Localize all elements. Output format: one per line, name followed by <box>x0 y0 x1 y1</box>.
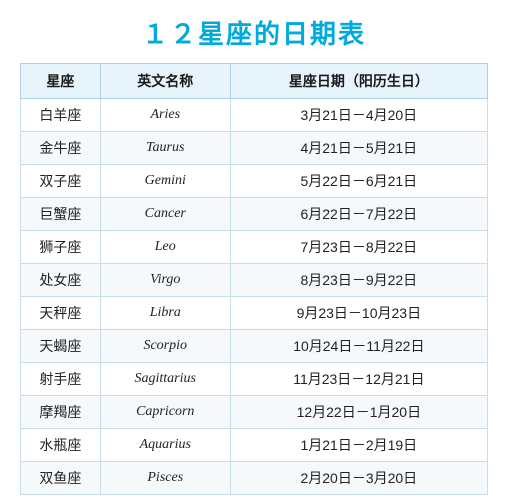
cell-sign: 处女座 <box>21 264 101 297</box>
cell-sign: 狮子座 <box>21 231 101 264</box>
cell-english: Virgo <box>100 264 230 297</box>
table-row: 水瓶座Aquarius1月21日－2月19日 <box>21 429 488 462</box>
cell-sign: 金牛座 <box>21 132 101 165</box>
cell-english: Leo <box>100 231 230 264</box>
cell-english: Libra <box>100 297 230 330</box>
table-row: 天秤座Libra9月23日－10月23日 <box>21 297 488 330</box>
cell-dates: 11月23日－12月21日 <box>230 363 487 396</box>
table-row: 双鱼座Pisces2月20日－3月20日 <box>21 462 488 495</box>
table-row: 摩羯座Capricorn12月22日－1月20日 <box>21 396 488 429</box>
table-header-row: 星座 英文名称 星座日期（阳历生日） <box>21 64 488 99</box>
zodiac-table: 星座 英文名称 星座日期（阳历生日） 白羊座Aries3月21日－4月20日金牛… <box>20 63 488 495</box>
cell-dates: 2月20日－3月20日 <box>230 462 487 495</box>
cell-english: Scorpio <box>100 330 230 363</box>
cell-english: Gemini <box>100 165 230 198</box>
cell-dates: 1月21日－2月19日 <box>230 429 487 462</box>
table-row: 金牛座Taurus4月21日－5月21日 <box>21 132 488 165</box>
cell-english: Pisces <box>100 462 230 495</box>
cell-sign: 天蝎座 <box>21 330 101 363</box>
cell-sign: 双子座 <box>21 165 101 198</box>
cell-sign: 天秤座 <box>21 297 101 330</box>
cell-english: Aquarius <box>100 429 230 462</box>
cell-sign: 水瓶座 <box>21 429 101 462</box>
table-row: 处女座Virgo8月23日－9月22日 <box>21 264 488 297</box>
cell-dates: 7月23日－8月22日 <box>230 231 487 264</box>
cell-dates: 10月24日－11月22日 <box>230 330 487 363</box>
cell-english: Sagittarius <box>100 363 230 396</box>
cell-english: Aries <box>100 99 230 132</box>
cell-sign: 摩羯座 <box>21 396 101 429</box>
cell-sign: 巨蟹座 <box>21 198 101 231</box>
table-row: 双子座Gemini5月22日－6月21日 <box>21 165 488 198</box>
header-sign: 星座 <box>21 64 101 99</box>
header-english: 英文名称 <box>100 64 230 99</box>
cell-english: Cancer <box>100 198 230 231</box>
cell-dates: 4月21日－5月21日 <box>230 132 487 165</box>
table-row: 射手座Sagittarius11月23日－12月21日 <box>21 363 488 396</box>
table-row: 狮子座Leo7月23日－8月22日 <box>21 231 488 264</box>
table-row: 天蝎座Scorpio10月24日－11月22日 <box>21 330 488 363</box>
table-row: 巨蟹座Cancer6月22日－7月22日 <box>21 198 488 231</box>
page-title: １２星座的日期表 <box>142 14 366 51</box>
cell-english: Taurus <box>100 132 230 165</box>
cell-sign: 白羊座 <box>21 99 101 132</box>
cell-dates: 5月22日－6月21日 <box>230 165 487 198</box>
cell-dates: 12月22日－1月20日 <box>230 396 487 429</box>
cell-dates: 9月23日－10月23日 <box>230 297 487 330</box>
header-dates: 星座日期（阳历生日） <box>230 64 487 99</box>
cell-dates: 3月21日－4月20日 <box>230 99 487 132</box>
cell-dates: 6月22日－7月22日 <box>230 198 487 231</box>
cell-english: Capricorn <box>100 396 230 429</box>
cell-sign: 射手座 <box>21 363 101 396</box>
cell-sign: 双鱼座 <box>21 462 101 495</box>
cell-dates: 8月23日－9月22日 <box>230 264 487 297</box>
table-row: 白羊座Aries3月21日－4月20日 <box>21 99 488 132</box>
